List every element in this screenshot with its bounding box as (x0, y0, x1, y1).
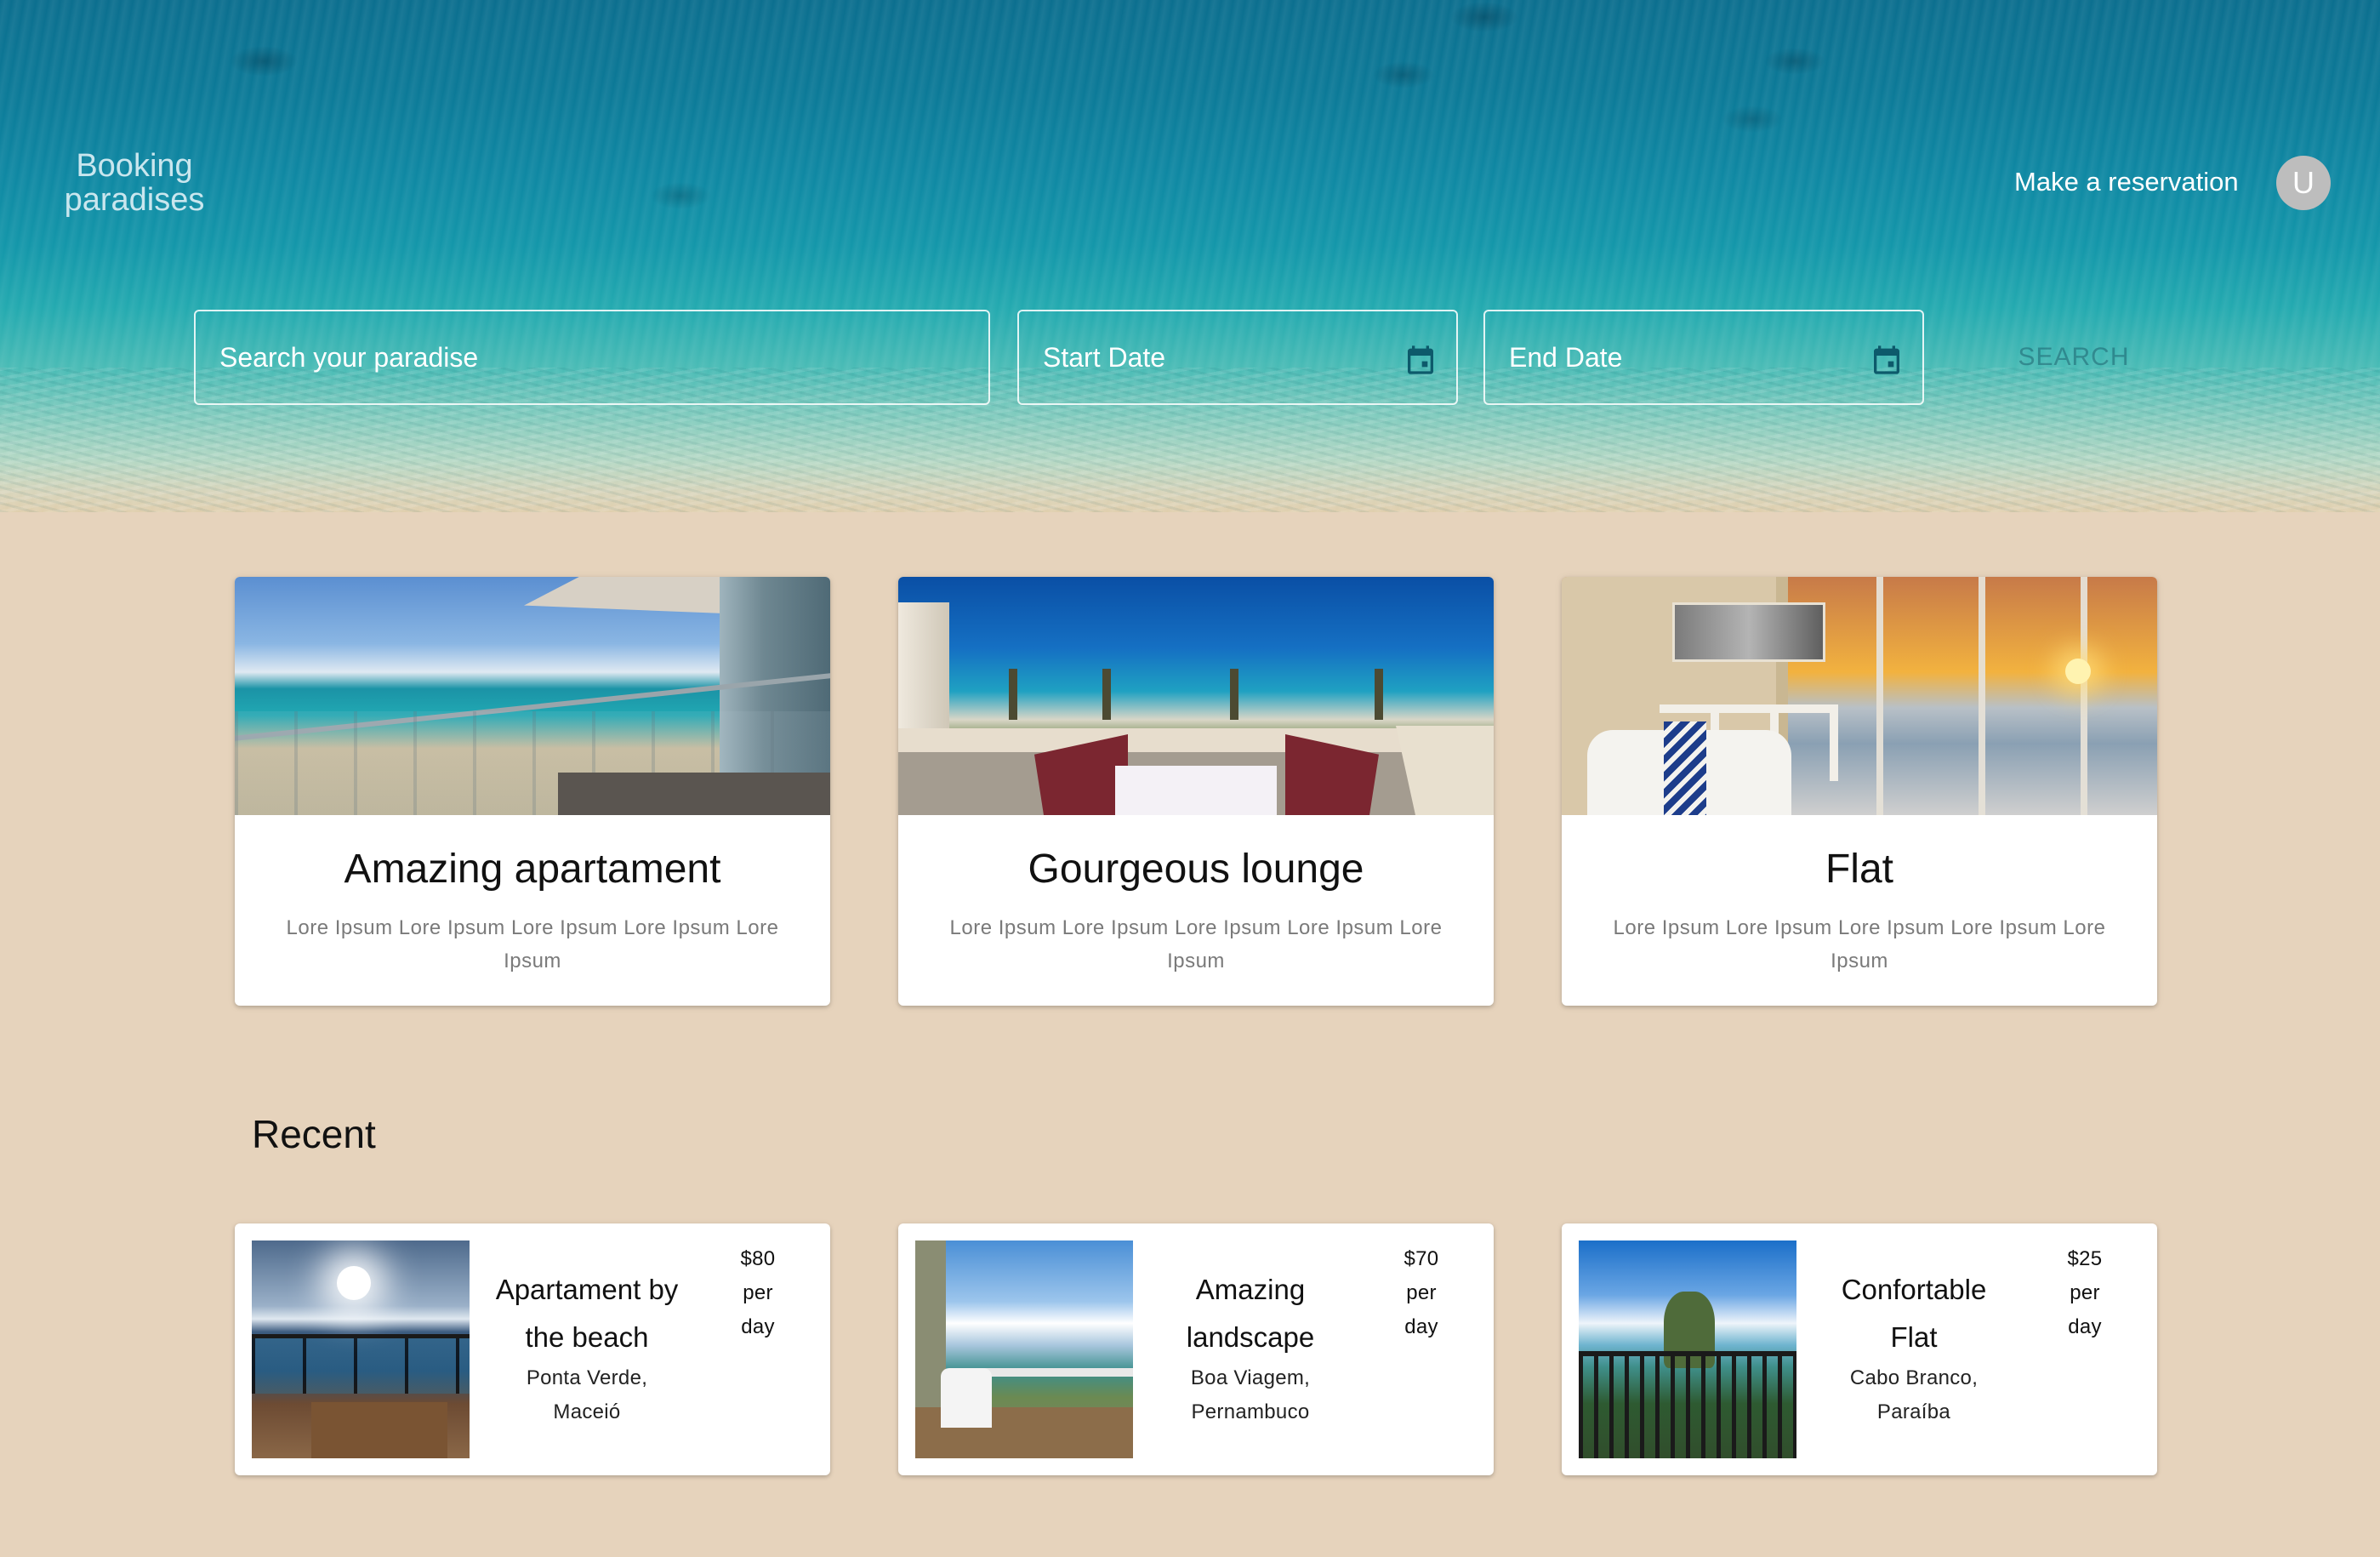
featured-card-description: Lore Ipsum Lore Ipsum Lore Ipsum Lore Ip… (1613, 916, 2106, 972)
recent-card-location: Cabo Branco, Paraíba (1849, 1366, 1979, 1423)
recent-card-image (1579, 1240, 1796, 1458)
brand-logo[interactable]: Booking paradises (51, 149, 218, 217)
price-amount: $25 (2067, 1247, 2103, 1270)
price-unit: day (2068, 1315, 2102, 1338)
featured-card-title: Flat (1825, 847, 1893, 892)
start-date-placeholder: Start Date (1043, 341, 1166, 373)
price-unit: day (1404, 1315, 1438, 1338)
price-amount: $70 (1404, 1247, 1439, 1270)
featured-card-description: Lore Ipsum Lore Ipsum Lore Ipsum Lore Ip… (286, 916, 779, 972)
featured-card-image (898, 577, 1494, 815)
end-date-placeholder: End Date (1509, 341, 1623, 373)
featured-card-title: Amazing apartament (344, 847, 721, 892)
start-date-field[interactable]: Start Date (1017, 310, 1458, 405)
recent-card-title: Amazing landscape (1186, 1274, 1315, 1353)
recent-card-location: Boa Viagem, Pernambuco (1190, 1366, 1311, 1423)
hero-banner (0, 0, 2380, 512)
search-input[interactable]: Search your paradise (194, 310, 990, 405)
end-date-field[interactable]: End Date (1483, 310, 1924, 405)
featured-card[interactable]: Amazing apartament Lore Ipsum Lore Ipsum… (235, 577, 830, 1006)
user-avatar[interactable]: U (2276, 156, 2331, 210)
recent-card[interactable]: Amazing landscape Boa Viagem, Pernambuco… (898, 1223, 1494, 1475)
featured-card-title: Gourgeous lounge (1028, 847, 1364, 892)
avatar-initial: U (2292, 165, 2315, 200)
recent-card-image (915, 1240, 1133, 1458)
calendar-icon[interactable] (1870, 342, 1904, 378)
recent-card-price: $70 per day (1375, 1242, 1468, 1344)
price-unit: day (741, 1315, 775, 1338)
recent-card-title: Confortable Flat (1841, 1274, 1987, 1353)
recent-card-location: Ponta Verde, Maceió (526, 1366, 648, 1423)
price-amount: $80 (740, 1247, 776, 1270)
recent-card-price: $25 per day (2038, 1242, 2132, 1344)
featured-card-image (235, 577, 830, 815)
recent-heading: Recent (252, 1112, 376, 1156)
recent-card[interactable]: Apartament by the beach Ponta Verde, Mac… (235, 1223, 830, 1475)
featured-card[interactable]: Gourgeous lounge Lore Ipsum Lore Ipsum L… (898, 577, 1494, 1006)
recent-card-price: $80 per day (711, 1242, 805, 1344)
featured-card-image (1562, 577, 2157, 815)
recent-card-image (252, 1240, 470, 1458)
featured-card[interactable]: Flat Lore Ipsum Lore Ipsum Lore Ipsum Lo… (1562, 577, 2157, 1006)
featured-card-description: Lore Ipsum Lore Ipsum Lore Ipsum Lore Ip… (949, 916, 1443, 972)
price-per: per (743, 1281, 773, 1304)
make-reservation-link[interactable]: Make a reservation (2014, 167, 2239, 197)
search-button[interactable]: SEARCH (1982, 339, 2166, 376)
calendar-icon[interactable] (1404, 342, 1438, 378)
search-placeholder: Search your paradise (219, 341, 479, 373)
price-per: per (1406, 1281, 1437, 1304)
recent-card[interactable]: Confortable Flat Cabo Branco, Paraíba $2… (1562, 1223, 2157, 1475)
recent-card-title: Apartament by the beach (495, 1274, 679, 1353)
price-per: per (2070, 1281, 2100, 1304)
